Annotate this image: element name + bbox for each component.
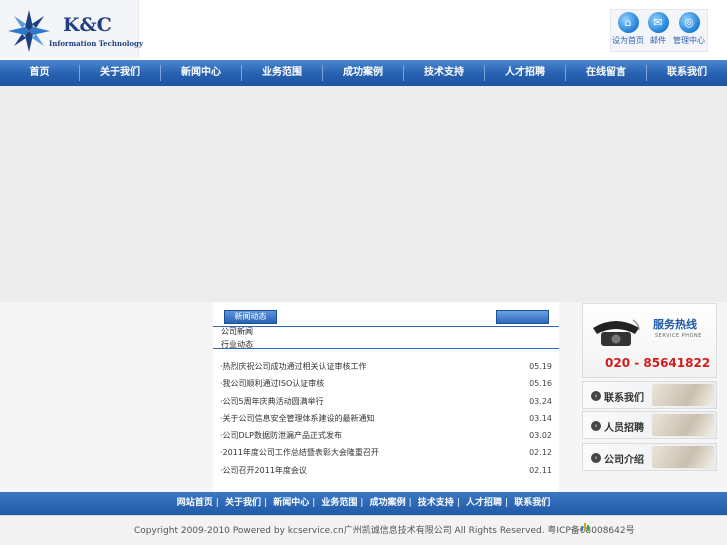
nav-item-cases[interactable]: 成功案例 <box>323 60 403 86</box>
logo-subtitle: Information Technology <box>49 39 144 48</box>
news-subcategory-company[interactable]: 公司新闻 <box>221 326 253 337</box>
recruitment-image <box>652 414 714 436</box>
site-logo[interactable]: K&C Information Technology <box>0 0 143 58</box>
left-column <box>0 302 213 492</box>
recruitment-button[interactable]: › 人员招聘 <box>582 411 717 439</box>
nav-item-news[interactable]: 新闻中心 <box>161 60 241 86</box>
footer-link[interactable]: 技术支持 <box>418 498 454 508</box>
footer-link[interactable]: 成功案例 <box>370 498 406 508</box>
footer-link[interactable]: 新闻中心 <box>273 498 309 508</box>
footer-link[interactable]: 关于我们 <box>225 498 261 508</box>
company-intro-image <box>652 446 714 468</box>
footer-link[interactable]: 业务范围 <box>321 498 357 508</box>
list-item[interactable]: ·公司DLP数据防泄漏产品正式发布 03.02 <box>220 427 552 444</box>
nav-item-business[interactable]: 业务范围 <box>242 60 322 86</box>
news-list: ·热烈庆祝公司成功通过相关认证审核工作 05.19 ·我公司顺利通过ISO认证审核… <box>220 358 552 479</box>
site-header: K&C Information Technology ⌂ 设为首页 ✉ 邮件 ◎… <box>0 0 727 60</box>
nav-item-about[interactable]: 关于我们 <box>80 60 160 86</box>
footer-link[interactable]: 人才招聘 <box>466 498 502 508</box>
footer-nav: 网站首页 | 关于我们 | 新闻中心 | 业务范围 | 成功案例 | 技术支持 | 人才招聘… <box>0 492 727 515</box>
mail-icon: ✉ <box>647 12 669 33</box>
contact-us-button[interactable]: › 联系我们 <box>582 381 717 409</box>
hotline-subtitle: SERVICE PHONE <box>655 333 702 339</box>
hotline-box: 服务热线 SERVICE PHONE 020 - 85641822 <box>582 303 717 378</box>
arrow-right-icon: › <box>591 453 601 463</box>
mail-link[interactable]: ✉ 邮件 <box>642 12 674 46</box>
right-sidebar: 服务热线 SERVICE PHONE 020 - 85641822 › 联系我们… <box>559 302 727 492</box>
arrow-right-icon: › <box>591 391 601 401</box>
admin-icon: ◎ <box>678 12 700 33</box>
company-intro-button[interactable]: › 公司介绍 <box>582 443 717 471</box>
list-item[interactable]: ·公司召开2011年度会议 02.11 <box>220 462 552 479</box>
hotline-title: 服务热线 <box>653 318 697 331</box>
list-item[interactable]: ·公司5周年庆典活动圆满举行 03.24 <box>220 393 552 410</box>
banner-area <box>0 86 727 302</box>
logo-title: K&C <box>63 14 112 36</box>
nav-item-jobs[interactable]: 人才招聘 <box>485 60 565 86</box>
logo-emblem-icon <box>8 10 50 52</box>
list-item[interactable]: ·2011年度公司工作总结暨表彰大会隆重召开 02.12 <box>220 444 552 461</box>
list-item[interactable]: ·关于公司信息安全管理体系建设的最新通知 03.14 <box>220 410 552 427</box>
main-nav: 首页 关于我们 新闻中心 业务范围 成功案例 技术支持 人才招聘 在线留言 联系… <box>0 60 727 86</box>
nav-item-home[interactable]: 首页 <box>0 60 79 86</box>
footer-link[interactable]: 联系我们 <box>514 498 550 508</box>
footer-link[interactable]: 网站首页 <box>177 498 213 508</box>
more-button[interactable] <box>496 310 549 324</box>
home-icon: ⌂ <box>617 12 639 33</box>
hotline-number: 020 - 85641822 <box>605 356 711 370</box>
nav-item-contact[interactable]: 联系我们 <box>647 60 727 86</box>
nav-item-support[interactable]: 技术支持 <box>404 60 484 86</box>
news-panel: 新闻动态 公司新闻 行业动态 ·热烈庆祝公司成功通过相关认证审核工作 05.19 … <box>213 302 559 492</box>
admin-center-link[interactable]: ◎ 管理中心 <box>673 12 705 46</box>
top-links: ⌂ 设为首页 ✉ 邮件 ◎ 管理中心 <box>610 9 708 52</box>
list-item[interactable]: ·我公司顺利通过ISO认证审核 05.16 <box>220 375 552 392</box>
contact-image <box>652 384 714 406</box>
copyright-bar: Copyright 2009-2010 Powered by kcservice… <box>0 515 727 545</box>
copyright-text: Copyright 2009-2010 Powered by kcservice… <box>134 526 635 536</box>
statistics-icon[interactable] <box>580 521 590 531</box>
list-item[interactable]: ·热烈庆祝公司成功通过相关认证审核工作 05.19 <box>220 358 552 375</box>
set-homepage-link[interactable]: ⌂ 设为首页 <box>612 12 644 46</box>
nav-item-message[interactable]: 在线留言 <box>566 60 646 86</box>
telephone-icon <box>593 319 640 346</box>
divider <box>213 326 559 327</box>
arrow-right-icon: › <box>591 421 601 431</box>
news-tab[interactable]: 新闻动态 <box>224 310 277 324</box>
divider <box>213 348 559 349</box>
